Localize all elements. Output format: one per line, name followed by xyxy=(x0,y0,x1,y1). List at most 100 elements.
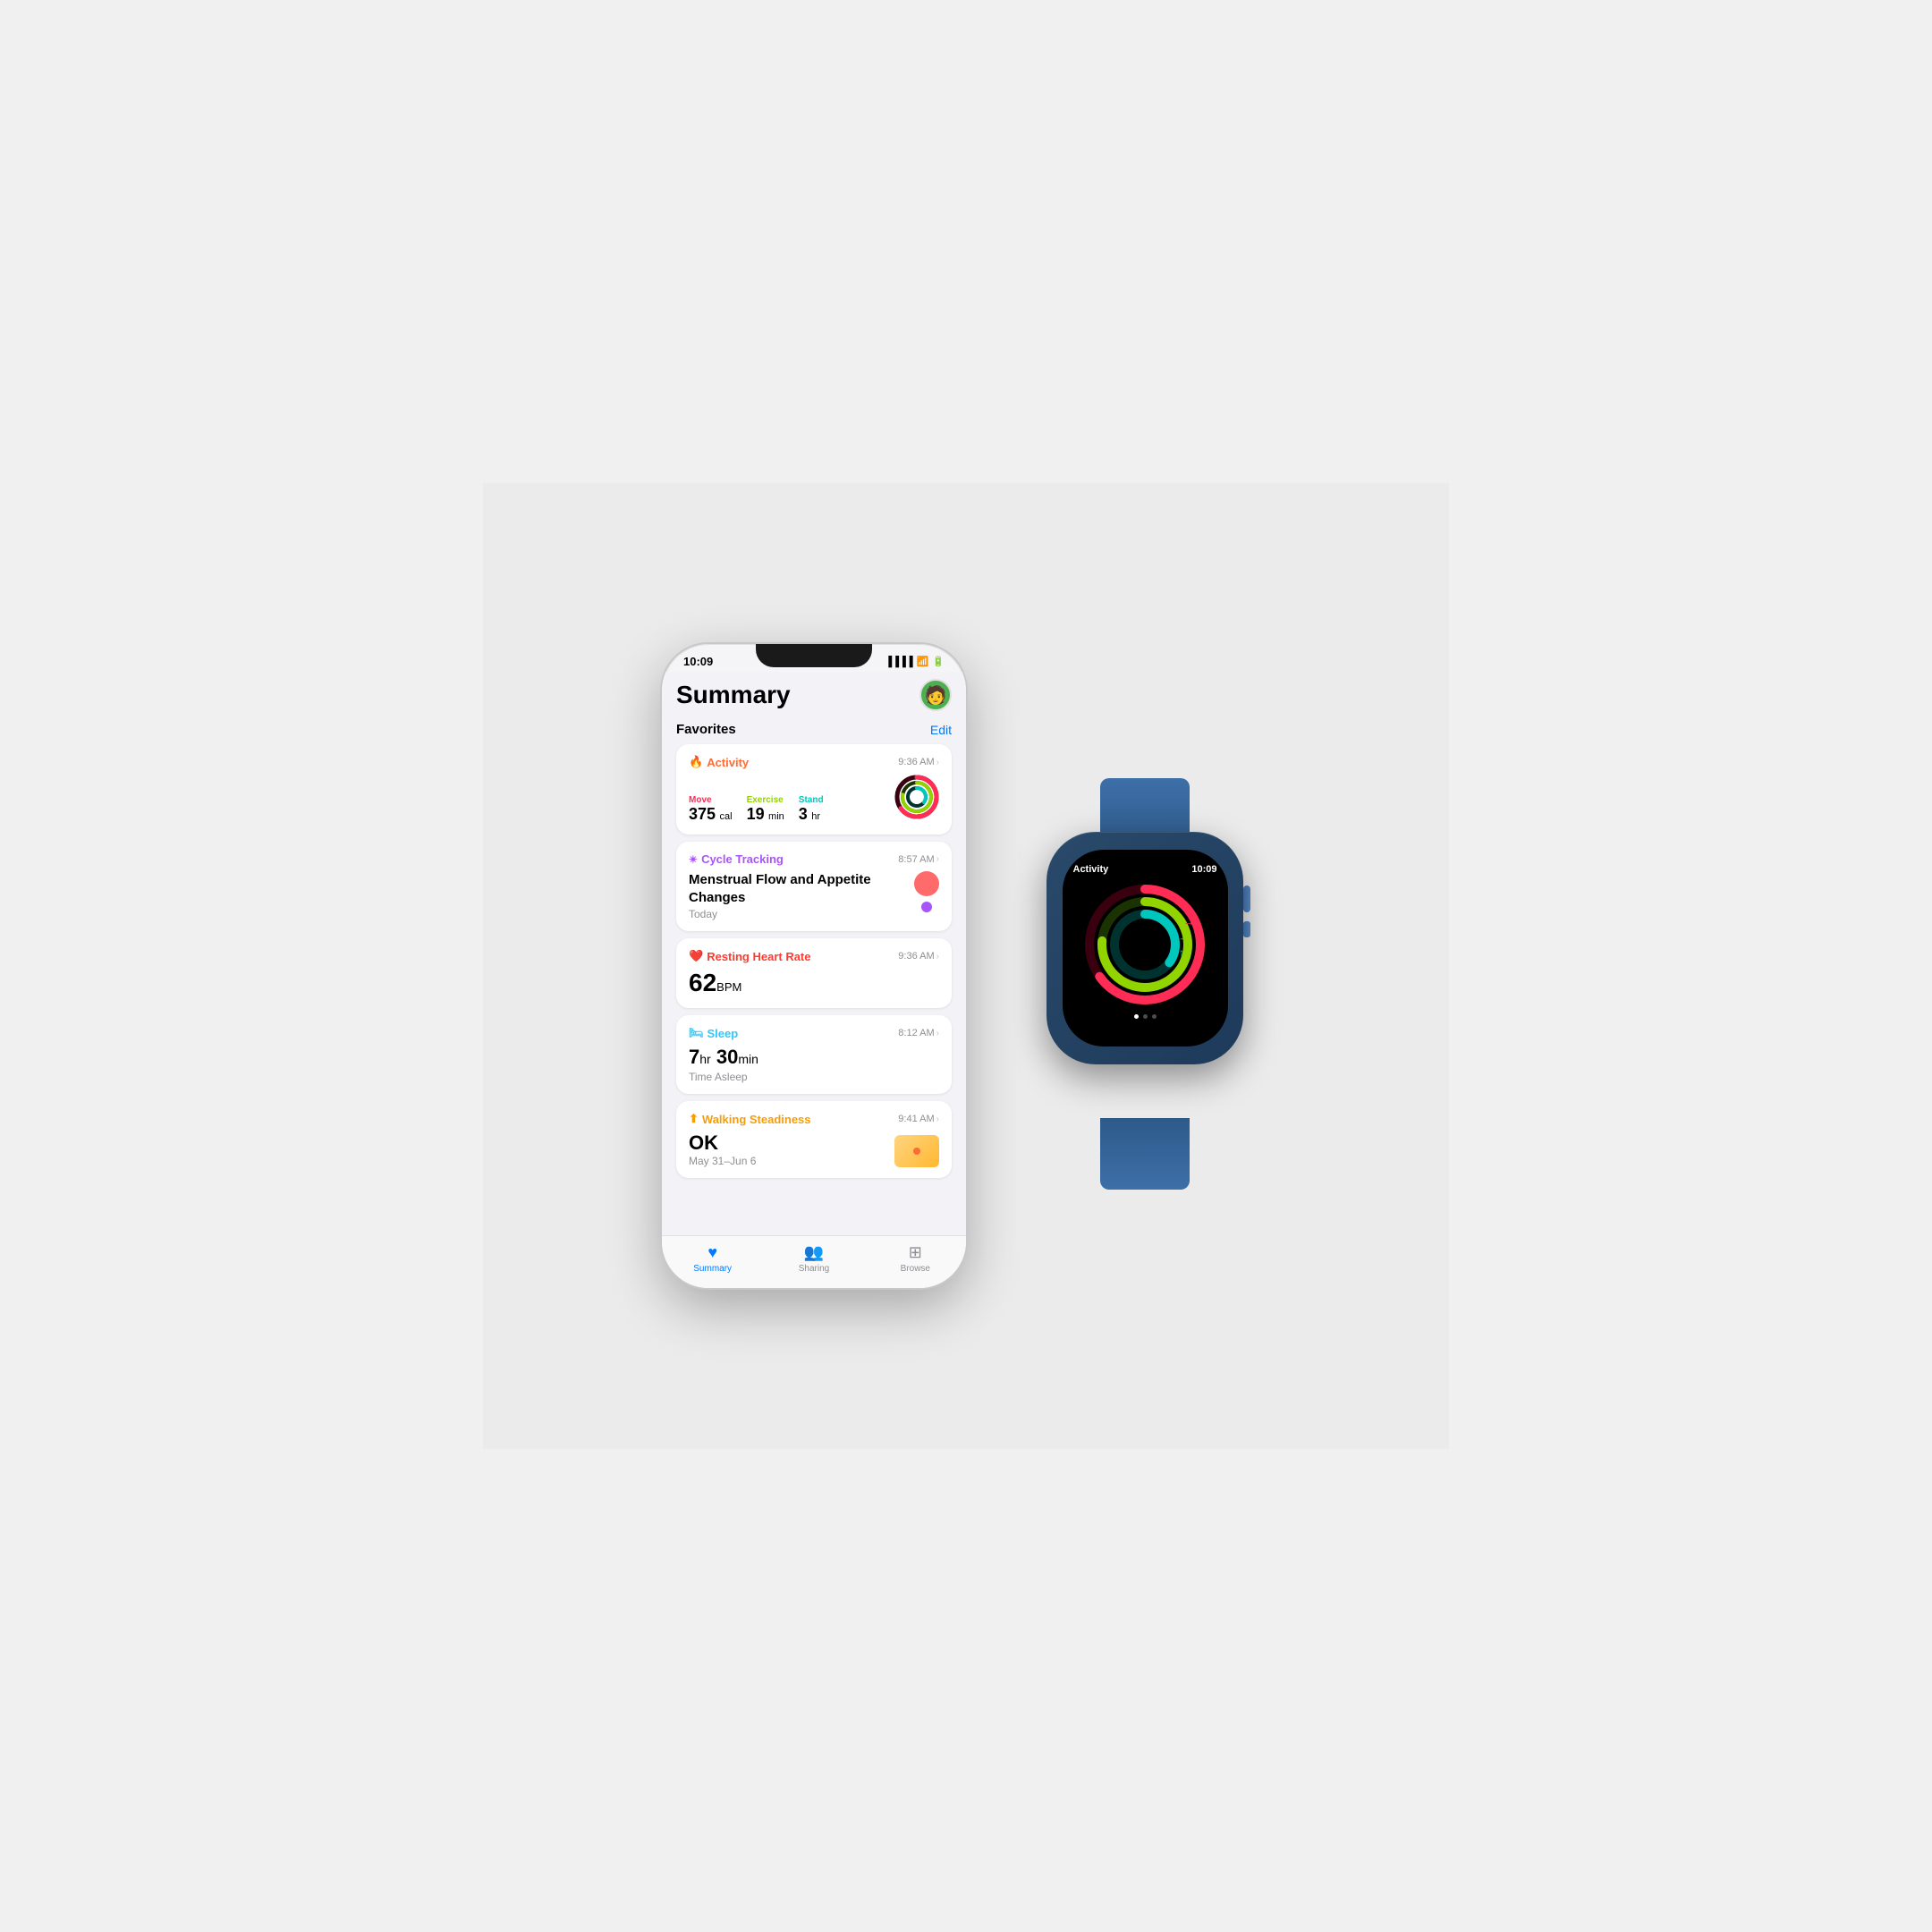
iphone: 10:09 ▐▐▐▐ 📶 🔋 Summary 🧑 Favorites Edit xyxy=(662,644,966,1288)
sleep-card[interactable]: 🛏 Sleep 8:12 AM › 7hr 30min xyxy=(676,1015,952,1094)
wifi-icon: 📶 xyxy=(917,656,929,667)
app-header: Summary 🧑 xyxy=(676,679,952,711)
favorites-label: Favorites xyxy=(676,722,736,737)
activity-card-header: 🔥 Activity 9:36 AM › xyxy=(689,755,939,769)
watch-button xyxy=(1243,921,1250,937)
menstrual-flow-dot xyxy=(914,871,939,896)
sleep-sub-text: Time Asleep xyxy=(689,1071,939,1083)
stand-label: Stand xyxy=(799,795,824,805)
sleep-card-time: 8:12 AM › xyxy=(898,1028,939,1038)
exercise-ring-arrow: → xyxy=(1178,930,1190,944)
edit-button[interactable]: Edit xyxy=(930,723,952,737)
chevron-right-icon: › xyxy=(936,1029,939,1038)
tab-sharing[interactable]: 👥 Sharing xyxy=(763,1243,864,1274)
cycle-sub-text: Today xyxy=(689,908,914,920)
summary-tab-label: Summary xyxy=(693,1264,732,1274)
browse-tab-icon: ⊞ xyxy=(909,1243,922,1262)
watch-dot-2 xyxy=(1143,1014,1148,1019)
activity-card-title: 🔥 Activity xyxy=(689,755,749,769)
stand-value: 3 hr xyxy=(799,805,824,824)
move-stat: Move 375 cal xyxy=(689,795,733,824)
move-label: Move xyxy=(689,795,733,805)
scene: 10:09 ▐▐▐▐ 📶 🔋 Summary 🧑 Favorites Edit xyxy=(483,483,1449,1449)
watch-app-name: Activity xyxy=(1073,864,1109,875)
activity-card[interactable]: 🔥 Activity 9:36 AM › Move 375 xyxy=(676,744,952,835)
watch-status-bar: Activity 10:09 xyxy=(1073,864,1217,875)
walking-chart xyxy=(894,1135,939,1167)
stand-stat: Stand 3 hr xyxy=(799,795,824,824)
walking-card-time: 9:41 AM › xyxy=(898,1114,939,1124)
watch-rings: → → ↑ xyxy=(1082,882,1208,1007)
app-content: Summary 🧑 Favorites Edit 🔥 Activity xyxy=(662,672,966,1235)
watch-dot-1 xyxy=(1134,1014,1139,1019)
activity-stats: Move 375 cal Exercise 19 min xyxy=(689,775,939,824)
move-ring-arrow: → xyxy=(1182,914,1195,928)
cycle-main-text: Menstrual Flow and Appetite Changes xyxy=(689,871,914,906)
sleep-value: 7hr 30min xyxy=(689,1046,939,1069)
signal-icon: ▐▐▐▐ xyxy=(885,657,912,667)
chevron-right-icon: › xyxy=(936,1114,939,1124)
heart-rate-card-title: ❤️ Resting Heart Rate xyxy=(689,949,811,963)
stand-ring-arrow: ↑ xyxy=(1179,946,1184,959)
walking-card[interactable]: ⬆ Walking Steadiness 9:41 AM › OK May 31… xyxy=(676,1101,952,1178)
cycle-card-header: ✴ Cycle Tracking 8:57 AM › xyxy=(689,852,939,866)
apple-watch: Activity 10:09 xyxy=(1020,832,1270,1136)
chevron-right-icon: › xyxy=(936,758,939,767)
walking-content: OK May 31–Jun 6 xyxy=(689,1131,939,1167)
walking-icon: ⬆ xyxy=(689,1112,699,1126)
tab-browse[interactable]: ⊞ Browse xyxy=(865,1243,966,1274)
cycle-card[interactable]: ✴ Cycle Tracking 8:57 AM › Menstrual Flo… xyxy=(676,842,952,931)
activity-card-time: 9:36 AM › xyxy=(898,757,939,767)
walking-text: OK May 31–Jun 6 xyxy=(689,1131,756,1167)
tab-bar: ♥ Summary 👥 Sharing ⊞ Browse xyxy=(662,1235,966,1288)
section-header: Favorites Edit xyxy=(676,722,952,737)
activity-ring-widget xyxy=(894,775,939,824)
watch-dot-3 xyxy=(1152,1014,1157,1019)
walking-date-range: May 31–Jun 6 xyxy=(689,1155,756,1167)
status-icons: ▐▐▐▐ 📶 🔋 xyxy=(885,656,945,667)
sleep-icon: 🛏 xyxy=(689,1026,704,1040)
fire-icon: 🔥 xyxy=(689,755,703,769)
cycle-card-title: ✴ Cycle Tracking xyxy=(689,852,784,866)
exercise-value: 19 min xyxy=(747,805,784,824)
watch-screen: Activity 10:09 xyxy=(1063,850,1228,1046)
cycle-icon: ✴ xyxy=(689,853,698,866)
walking-dot xyxy=(913,1148,920,1155)
summary-tab-icon: ♥ xyxy=(708,1243,717,1262)
walking-value: OK xyxy=(689,1131,756,1155)
heart-rate-card-time: 9:36 AM › xyxy=(898,951,939,962)
exercise-stat: Exercise 19 min xyxy=(747,795,784,824)
sharing-tab-label: Sharing xyxy=(799,1264,829,1274)
cycle-text: Menstrual Flow and Appetite Changes Toda… xyxy=(689,871,914,920)
cycle-card-time: 8:57 AM › xyxy=(898,854,939,865)
heart-rate-card-header: ❤️ Resting Heart Rate 9:36 AM › xyxy=(689,949,939,963)
watch-body: Activity 10:09 xyxy=(1046,832,1243,1064)
chevron-right-icon: › xyxy=(936,854,939,864)
status-time: 10:09 xyxy=(683,655,713,668)
sharing-tab-icon: 👥 xyxy=(804,1243,824,1262)
appetite-dot xyxy=(921,902,932,912)
watch-time: 10:09 xyxy=(1191,864,1216,875)
cycle-content: Menstrual Flow and Appetite Changes Toda… xyxy=(689,871,939,920)
heart-rate-value: 62BPM xyxy=(689,969,939,997)
app-title: Summary xyxy=(676,681,791,709)
sleep-card-header: 🛏 Sleep 8:12 AM › xyxy=(689,1026,939,1040)
avatar[interactable]: 🧑 xyxy=(919,679,952,711)
tab-summary[interactable]: ♥ Summary xyxy=(662,1243,763,1274)
browse-tab-label: Browse xyxy=(901,1264,930,1274)
walking-card-title: ⬆ Walking Steadiness xyxy=(689,1112,811,1126)
heart-rate-card[interactable]: ❤️ Resting Heart Rate 9:36 AM › 62BPM xyxy=(676,938,952,1008)
chevron-right-icon: › xyxy=(936,952,939,962)
iphone-notch xyxy=(756,644,872,667)
walking-card-header: ⬆ Walking Steadiness 9:41 AM › xyxy=(689,1112,939,1126)
watch-crown xyxy=(1243,886,1250,912)
watch-page-dots xyxy=(1134,1014,1157,1019)
exercise-label: Exercise xyxy=(747,795,784,805)
sleep-card-title: 🛏 Sleep xyxy=(689,1026,738,1040)
cycle-icons xyxy=(914,871,939,912)
move-value: 375 cal xyxy=(689,805,733,824)
battery-icon: 🔋 xyxy=(932,656,945,667)
heart-icon: ❤️ xyxy=(689,949,703,963)
iphone-screen: Summary 🧑 Favorites Edit 🔥 Activity xyxy=(662,672,966,1288)
watch-band-bottom xyxy=(1100,1118,1190,1190)
